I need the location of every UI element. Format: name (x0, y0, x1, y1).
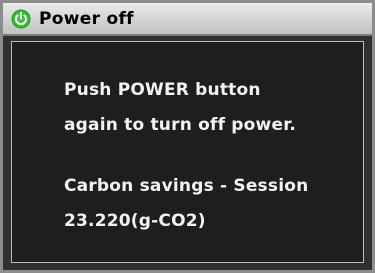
message-line-2: again to turn off power. (64, 115, 297, 135)
dialog-title-bar: Power off (3, 3, 372, 36)
carbon-savings-value: 23.220(g-CO2) (64, 211, 206, 231)
dialog-message-panel: Push POWER button again to turn off powe… (11, 41, 364, 263)
message-line-1: Push POWER button (64, 80, 261, 100)
power-off-dialog: Power off Push POWER button again to tur… (0, 0, 375, 273)
carbon-savings-label: Carbon savings - Session (64, 176, 309, 196)
dialog-title: Power off (39, 9, 134, 29)
power-icon (11, 9, 31, 29)
